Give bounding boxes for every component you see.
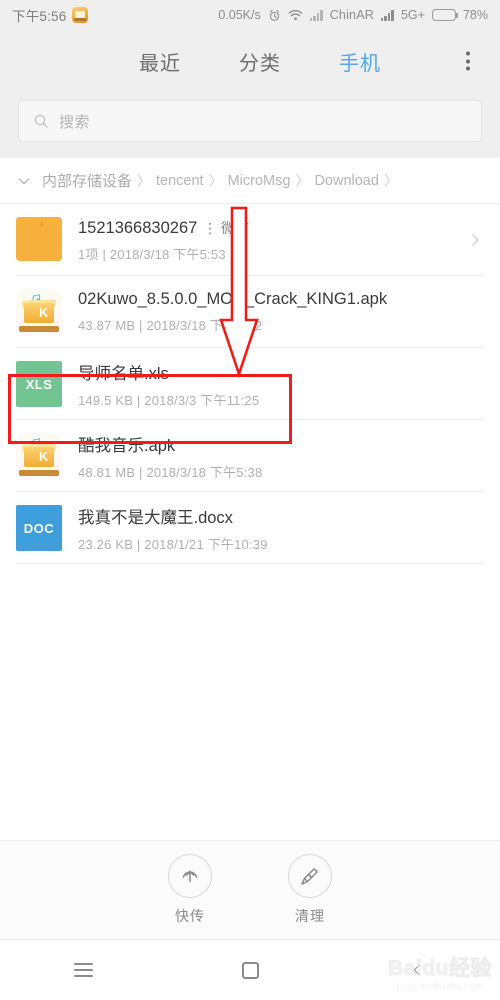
nav-menu-button[interactable] [0,963,167,977]
tab-list: 最近 分类 手机 [119,47,381,76]
more-vertical-icon[interactable] [458,44,478,79]
file-name: 1521366830267 ⋮ 微信 [78,218,250,237]
breadcrumb[interactable]: 内部存储设备 〉 tencent 〉 MicroMsg 〉 Download 〉 [0,158,500,204]
tab-bar: 最近 分类 手机 [0,30,500,92]
quick-transfer-button[interactable]: 快传 [147,854,233,926]
wifi-icon [288,10,303,21]
breadcrumb-separator: 〉 [208,172,223,189]
file-info: 1521366830267 ⋮ 微信 1项 | 2018/3/18 下午5:53 [78,218,458,263]
upload-arrow-icon [182,870,198,883]
file-name: 我真不是大魔王.docx [78,508,233,527]
folder-icon [16,217,62,263]
xls-icon-label: XLS [16,361,62,407]
file-name: 导师名单.xls [78,364,169,383]
quick-transfer-label: 快传 [175,908,205,924]
breadcrumb-segment-3[interactable]: Download [314,173,379,189]
battery-level: 78% [462,8,488,22]
signal-bars-icon-2 [380,9,394,21]
table-row[interactable]: 1521366830267 ⋮ 微信 1项 | 2018/3/18 下午5:53 [0,204,500,276]
table-row[interactable]: K 02Kuwo_8.5.0.0_MOD_Crack_KING1.apk 43.… [0,276,500,348]
file-meta: 1项 | 2018/3/18 下午5:53 [78,246,226,262]
search-icon [34,114,48,128]
status-bar-left: 下午5:56 [12,5,89,25]
file-name-badge: ⋮ 微信 [199,219,250,236]
file-meta: 48.81 MB | 2018/3/18 下午5:38 [78,464,263,480]
bottom-action-bar: 快传 清理 [0,840,500,940]
doc-icon-label: DOC [16,505,62,551]
tab-recent[interactable]: 最近 [139,47,181,76]
file-meta: 149.5 KB | 2018/3/3 下午11:25 [78,392,260,408]
file-info: 我真不是大魔王.docx 23.26 KB | 2018/1/21 下午10:3… [78,504,484,553]
chevron-right-icon[interactable] [466,231,484,249]
network-type: 5G+ [400,8,425,22]
search-placeholder: 搜索 [59,113,91,131]
file-meta: 23.26 KB | 2018/1/21 下午10:39 [78,536,268,552]
back-chevron-icon [413,964,420,976]
file-name: 02Kuwo_8.5.0.0_MOD_Crack_KING1.apk [78,290,388,308]
kuwo-app-icon [72,7,89,23]
search-input[interactable]: 搜索 [18,100,482,142]
alarm-icon [269,9,279,21]
carrier-name: ChinAR [329,8,374,22]
apk-icon: K [16,289,62,335]
apk-icon: K [16,433,62,479]
breadcrumb-separator: 〉 [137,172,152,189]
navigation-bar [0,940,500,1000]
file-meta: 43.87 MB | 2018/3/18 下午5:22 [78,318,263,333]
phone-screen: 下午5:56 0.05K/s ChinAR 5G+ 78% 最近 分类 手机 搜… [0,0,500,1000]
signal-bars-icon [309,9,323,21]
clean-button[interactable]: 清理 [267,854,353,926]
search-area: 搜索 [0,92,500,158]
breadcrumb-segment-2[interactable]: MicroMsg [228,173,291,189]
file-info: 酷我音乐.apk 48.81 MB | 2018/3/18 下午5:38 [78,432,484,481]
xls-file-icon: XLS [16,361,62,407]
row-divider [16,563,484,564]
file-browser: 内部存储设备 〉 tencent 〉 MicroMsg 〉 Download 〉… [0,158,500,564]
file-list: 1521366830267 ⋮ 微信 1项 | 2018/3/18 下午5:53 [0,204,500,564]
battery-icon [431,9,459,21]
upload-circle-icon [168,854,212,898]
nav-home-button[interactable] [167,961,334,979]
broom-circle-icon [288,854,332,898]
table-row[interactable]: XLS 导师名单.xls 149.5 KB | 2018/3/3 下午11:25 [0,348,500,420]
chevron-down-icon[interactable] [16,173,32,189]
breadcrumb-path: 内部存储设备 〉 tencent 〉 MicroMsg 〉 Download 〉 [42,170,403,191]
breadcrumb-segment-1[interactable]: tencent [156,173,204,189]
broom-icon [301,868,318,885]
doc-file-icon: DOC [16,505,62,551]
file-info: 02Kuwo_8.5.0.0_MOD_Crack_KING1.apk 43.87… [78,290,484,334]
status-time: 下午5:56 [12,9,67,24]
table-row[interactable]: K 酷我音乐.apk 48.81 MB | 2018/3/18 下午5:38 [0,420,500,492]
status-bar-right: 0.05K/s ChinAR 5G+ 78% [218,8,488,22]
file-info: 导师名单.xls 149.5 KB | 2018/3/3 下午11:25 [78,360,484,409]
breadcrumb-separator: 〉 [383,172,398,189]
breadcrumb-separator: 〉 [295,172,310,189]
nav-back-button[interactable] [333,963,500,977]
breadcrumb-segment-0[interactable]: 内部存储设备 [42,170,132,191]
status-bar: 下午5:56 0.05K/s ChinAR 5G+ 78% [0,0,500,30]
tab-phone[interactable]: 手机 [339,47,381,76]
network-speed: 0.05K/s [218,8,261,22]
tab-categories[interactable]: 分类 [239,47,281,76]
menu-icon [73,963,93,977]
file-name: 酷我音乐.apk [78,436,176,455]
home-square-icon [241,961,259,979]
table-row[interactable]: DOC 我真不是大魔王.docx 23.26 KB | 2018/1/21 下午… [0,492,500,564]
clean-label: 清理 [295,908,325,924]
